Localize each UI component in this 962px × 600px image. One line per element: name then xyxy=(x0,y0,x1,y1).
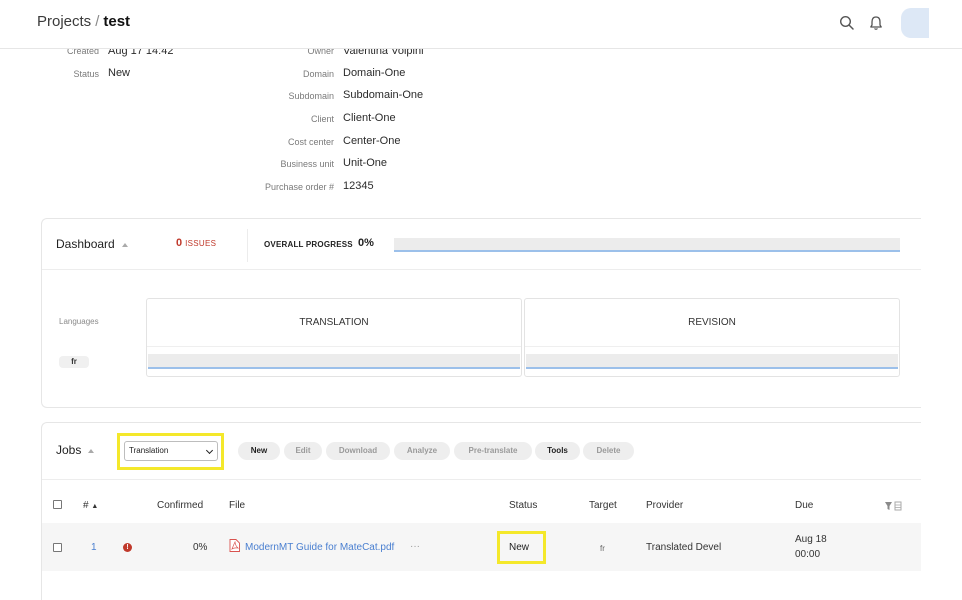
breadcrumb-separator: / xyxy=(95,13,100,30)
dashboard-toggle[interactable]: Dashboard xyxy=(56,237,128,251)
pdf-file-icon xyxy=(229,539,240,552)
col-target-header[interactable]: Target xyxy=(589,500,617,511)
col-status-header[interactable]: Status xyxy=(509,500,537,511)
sort-up-icon: ▲ xyxy=(91,503,99,510)
translation-progress-bar xyxy=(148,354,520,369)
issues-link[interactable]: 0 ISSUES xyxy=(176,237,216,249)
col-confirmed-header[interactable]: Confirmed xyxy=(157,500,203,511)
client-value: Client-One xyxy=(343,112,396,124)
overall-progress-value: 0% xyxy=(358,237,374,249)
overall-progress-bar xyxy=(394,238,900,252)
caret-up-icon xyxy=(121,242,128,247)
due-date: Aug 18 xyxy=(795,534,827,545)
translation-title: TRANSLATION xyxy=(147,299,521,347)
business-unit-label: Business unit xyxy=(280,159,334,169)
cost-center-label: Cost center xyxy=(287,137,334,147)
jobs-header: Jobs Translation New Edit Download Analy… xyxy=(42,423,921,480)
new-button[interactable]: New xyxy=(238,442,280,460)
purchase-order-label: Purchase order # xyxy=(264,182,334,192)
breadcrumb-projects-link[interactable]: Projects xyxy=(37,13,91,30)
divider xyxy=(247,229,248,262)
issues-label: ISSUES xyxy=(185,239,217,248)
status-value: New xyxy=(509,542,530,553)
status-label: Status xyxy=(73,69,99,79)
revision-panel: REVISION xyxy=(524,298,900,377)
provider-value: Translated Devel xyxy=(646,542,722,553)
pre-translate-button[interactable]: Pre-translate xyxy=(454,442,532,460)
job-number-link[interactable]: 1 xyxy=(91,542,97,553)
col-num-header[interactable]: # ▲ xyxy=(83,500,98,511)
delete-button[interactable]: Delete xyxy=(583,442,634,460)
purchase-order-value: 12345 xyxy=(343,180,374,192)
row-checkbox[interactable] xyxy=(53,543,62,552)
filter-columns-icon[interactable] xyxy=(885,501,903,511)
select-all-checkbox[interactable] xyxy=(53,500,62,509)
dashboard-card: Dashboard 0 ISSUES OVERALL PROGRESS 0% La… xyxy=(41,218,921,408)
more-icon[interactable]: ··· xyxy=(410,541,420,552)
jobs-card: Jobs Translation New Edit Download Analy… xyxy=(41,422,921,600)
download-button[interactable]: Download xyxy=(326,442,390,460)
confirmed-value: 0% xyxy=(193,542,208,553)
dashboard-header: Dashboard 0 ISSUES OVERALL PROGRESS 0% xyxy=(42,219,921,270)
languages-label: Languages xyxy=(59,317,99,326)
cost-center-value: Center-One xyxy=(343,135,401,147)
table-row[interactable]: 1 ! 0% ModernMT Guide for MateCat.pdf ··… xyxy=(42,523,921,571)
top-bar: Projects / test xyxy=(0,0,962,49)
business-unit-value: Unit-One xyxy=(343,157,388,169)
col-num-label: # xyxy=(83,500,89,511)
col-due-header[interactable]: Due xyxy=(795,500,813,511)
bell-icon[interactable] xyxy=(867,14,885,32)
jobs-toggle[interactable]: Jobs xyxy=(56,443,95,457)
dashboard-title: Dashboard xyxy=(56,237,115,251)
subdomain-value: Subdomain-One xyxy=(343,89,424,101)
chevron-down-icon xyxy=(205,446,214,455)
phase-filter-value: Translation xyxy=(129,446,169,455)
revision-progress-bar xyxy=(526,354,898,369)
breadcrumb-current: test xyxy=(103,13,131,30)
edit-button[interactable]: Edit xyxy=(284,442,322,460)
breadcrumb: Projects / test xyxy=(37,13,130,30)
target-language: fr xyxy=(600,544,605,553)
translation-panel: TRANSLATION xyxy=(146,298,522,377)
file-name-link[interactable]: ModernMT Guide for MateCat.pdf xyxy=(245,542,394,553)
error-icon: ! xyxy=(123,543,132,552)
language-chip: fr xyxy=(59,356,89,368)
caret-up-icon xyxy=(88,448,95,453)
status-value: New xyxy=(108,67,131,79)
col-file-header[interactable]: File xyxy=(229,500,245,511)
client-label: Client xyxy=(310,114,334,124)
col-provider-header[interactable]: Provider xyxy=(646,500,683,511)
phase-filter-select[interactable]: Translation xyxy=(124,441,218,461)
due-time: 00:00 xyxy=(795,549,821,560)
jobs-title: Jobs xyxy=(56,443,82,457)
subdomain-label: Subdomain xyxy=(288,91,334,101)
avatar[interactable] xyxy=(901,8,929,38)
analyze-button[interactable]: Analyze xyxy=(394,442,450,460)
domain-label: Domain xyxy=(302,69,334,79)
tools-button[interactable]: Tools xyxy=(535,442,580,460)
domain-value: Domain-One xyxy=(343,67,406,79)
revision-title: REVISION xyxy=(525,299,899,347)
overall-progress-label: OVERALL PROGRESS xyxy=(264,240,353,249)
issues-count: 0 xyxy=(176,237,183,249)
search-icon[interactable] xyxy=(838,14,856,32)
